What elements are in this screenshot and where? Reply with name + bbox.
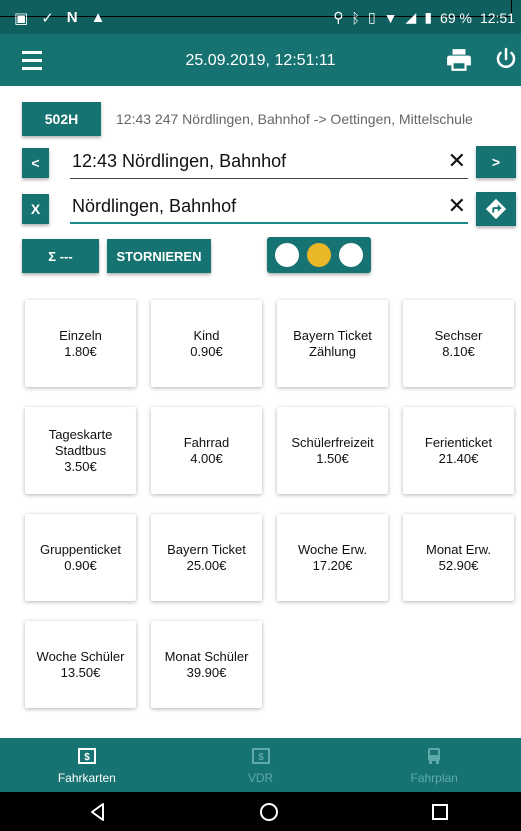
ticket-label: Woche Schüler	[36, 648, 125, 664]
ticket-label: Kind	[193, 327, 220, 343]
vibrate-icon: ▯	[367, 9, 376, 25]
image-icon: ▣	[14, 10, 29, 27]
clear-stop-icon[interactable]: ✕	[448, 148, 466, 174]
next-stop-button[interactable]: >	[476, 146, 516, 178]
battery-icon: ▮	[424, 9, 433, 25]
ticket-value: 0.90€	[64, 557, 97, 573]
ticket-label: Schülerfreizeit	[291, 434, 374, 450]
toggle-dot-2	[307, 243, 331, 267]
nav-label: VDR	[247, 771, 274, 785]
svg-text:$: $	[258, 752, 264, 763]
ticket-value: 17.20€	[312, 557, 353, 573]
toggle-dot-1	[275, 243, 299, 267]
destination-field[interactable]: Nördlingen, Bahnhof ✕	[70, 190, 468, 224]
ticket-button[interactable]: Bayern Ticket 25.00€	[151, 514, 262, 601]
stop-field-value: 12:43 Nördlingen, Bahnhof	[72, 151, 287, 171]
ticket-label: Bayern Ticket	[167, 541, 246, 557]
ticket-label: Woche Erw.	[297, 541, 368, 557]
ticket-value: 3.50€	[64, 458, 97, 474]
cancel-button[interactable]: STORNIEREN	[107, 239, 211, 273]
ticket-button[interactable]: Gruppenticket 0.90€	[25, 514, 136, 601]
ticket-button[interactable]: Sechser 8.10€	[403, 300, 514, 387]
nav-label: Fahrkarten	[57, 771, 116, 785]
clock: 12:51	[479, 9, 515, 26]
ticket-button[interactable]: Woche Schüler 13.50€	[25, 621, 136, 708]
ticket-button[interactable]: Einzeln 1.80€	[25, 300, 136, 387]
ticket-button[interactable]: Schülerfreizeit 1.50€	[277, 407, 388, 494]
ticket-label: Tageskarte	[48, 426, 113, 442]
power-icon[interactable]	[494, 47, 518, 71]
nav-vdr[interactable]: $ VDR	[174, 738, 348, 792]
ticket-value: 1.50€	[316, 450, 349, 466]
directions-button[interactable]	[476, 192, 516, 226]
previous-stop-button[interactable]: <	[22, 148, 49, 178]
stop-field[interactable]: 12:43 Nördlingen, Bahnhof ✕	[70, 145, 468, 179]
ticket-button[interactable]: Monat Schüler 39.90€	[151, 621, 262, 708]
ticket-label: Bayern Ticket	[293, 327, 372, 343]
back-icon[interactable]	[88, 802, 108, 822]
destination-field-value: Nördlingen, Bahnhof	[72, 196, 237, 216]
ticket-value: 13.50€	[60, 664, 101, 680]
ticket-button[interactable]: Monat Erw. 52.90€	[403, 514, 514, 601]
battery-percent: 69 %	[440, 9, 472, 26]
bus-icon	[428, 748, 441, 764]
datetime-title: 25.09.2019, 12:51:11	[185, 52, 336, 69]
ticket-label: Fahrrad	[183, 434, 230, 450]
ticket-icon: $	[251, 748, 270, 764]
ticket-button[interactable]: Woche Erw. 17.20€	[277, 514, 388, 601]
ticket-label: Monat Erw.	[425, 541, 492, 557]
sum-button[interactable]: Σ ---	[22, 239, 99, 273]
signal-icon: ◢	[405, 9, 417, 25]
ticket-label: Gruppenticket	[40, 541, 121, 557]
line-number-button[interactable]: 502H	[22, 102, 101, 136]
ticket-value: 21.40€	[438, 450, 479, 466]
ticket-label: Einzeln	[59, 327, 102, 343]
directions-icon	[485, 198, 507, 220]
print-icon[interactable]	[446, 47, 472, 73]
ticket-button[interactable]: Tageskarte Stadtbus 3.50€	[25, 407, 136, 494]
location-icon: ⚲	[333, 9, 344, 25]
ticket-value: 1.80€	[64, 343, 97, 359]
clear-destination-icon[interactable]: ✕	[448, 193, 466, 219]
ticket-value: Zählung	[309, 343, 356, 359]
nav-label: Fahrplan	[410, 771, 458, 785]
three-state-toggle[interactable]	[267, 237, 371, 273]
nav-fahrplan[interactable]: Fahrplan	[347, 738, 521, 792]
ticket-button[interactable]: Ferienticket 21.40€	[403, 407, 514, 494]
system-navigation-bar	[0, 792, 521, 831]
n-icon: N	[66, 9, 78, 26]
toggle-dot-3	[339, 243, 363, 267]
clear-destination-button[interactable]: X	[22, 194, 49, 224]
ticket-value: 8.10€	[442, 343, 475, 359]
wifi-icon: ▼	[383, 9, 398, 26]
ticket-value: 39.90€	[186, 664, 227, 680]
ticket-button[interactable]: Fahrrad 4.00€	[151, 407, 262, 494]
nav-fahrkarten[interactable]: $ Fahrkarten	[0, 738, 174, 792]
bottom-navigation: $ Fahrkarten $ VDR Fahrplan	[0, 738, 521, 792]
ticket-button[interactable]: Bayern Ticket Zählung	[277, 300, 388, 387]
ticket-value: 52.90€	[438, 557, 479, 573]
ticket-icon: $	[77, 748, 96, 764]
status-bar: ▣ ✓ N ▲ ⚲ ᛒ ▯ ▼ ◢ ▮ 69 % 12:51	[0, 0, 521, 34]
status-system-icons: ⚲ ᛒ ▯ ▼ ◢ ▮ 69 % 12:51	[333, 9, 515, 26]
ticket-label: Ferienticket	[424, 434, 493, 450]
ticket-label: Monat Schüler	[164, 648, 249, 664]
route-description: 12:43 247 Nördlingen, Bahnhof -> Oetting…	[116, 111, 473, 127]
ticket-value: 25.00€	[186, 557, 227, 573]
svg-text:$: $	[84, 752, 90, 763]
ticket-value: 4.00€	[190, 450, 223, 466]
ticket-value: 0.90€	[190, 343, 223, 359]
warning-icon: ▲	[90, 9, 106, 26]
ticket-button[interactable]: Kind 0.90€	[151, 300, 262, 387]
ticket-label: Sechser	[434, 327, 483, 343]
status-notification-icons: ▣ ✓ N ▲	[14, 9, 105, 27]
bluetooth-icon: ᛒ	[351, 9, 360, 26]
check-icon: ✓	[41, 10, 54, 27]
home-icon[interactable]	[259, 802, 279, 822]
app-bar: 25.09.2019, 12:51:11	[0, 34, 521, 86]
recents-icon[interactable]	[430, 802, 450, 822]
ticket-label: Stadtbus	[54, 442, 107, 458]
